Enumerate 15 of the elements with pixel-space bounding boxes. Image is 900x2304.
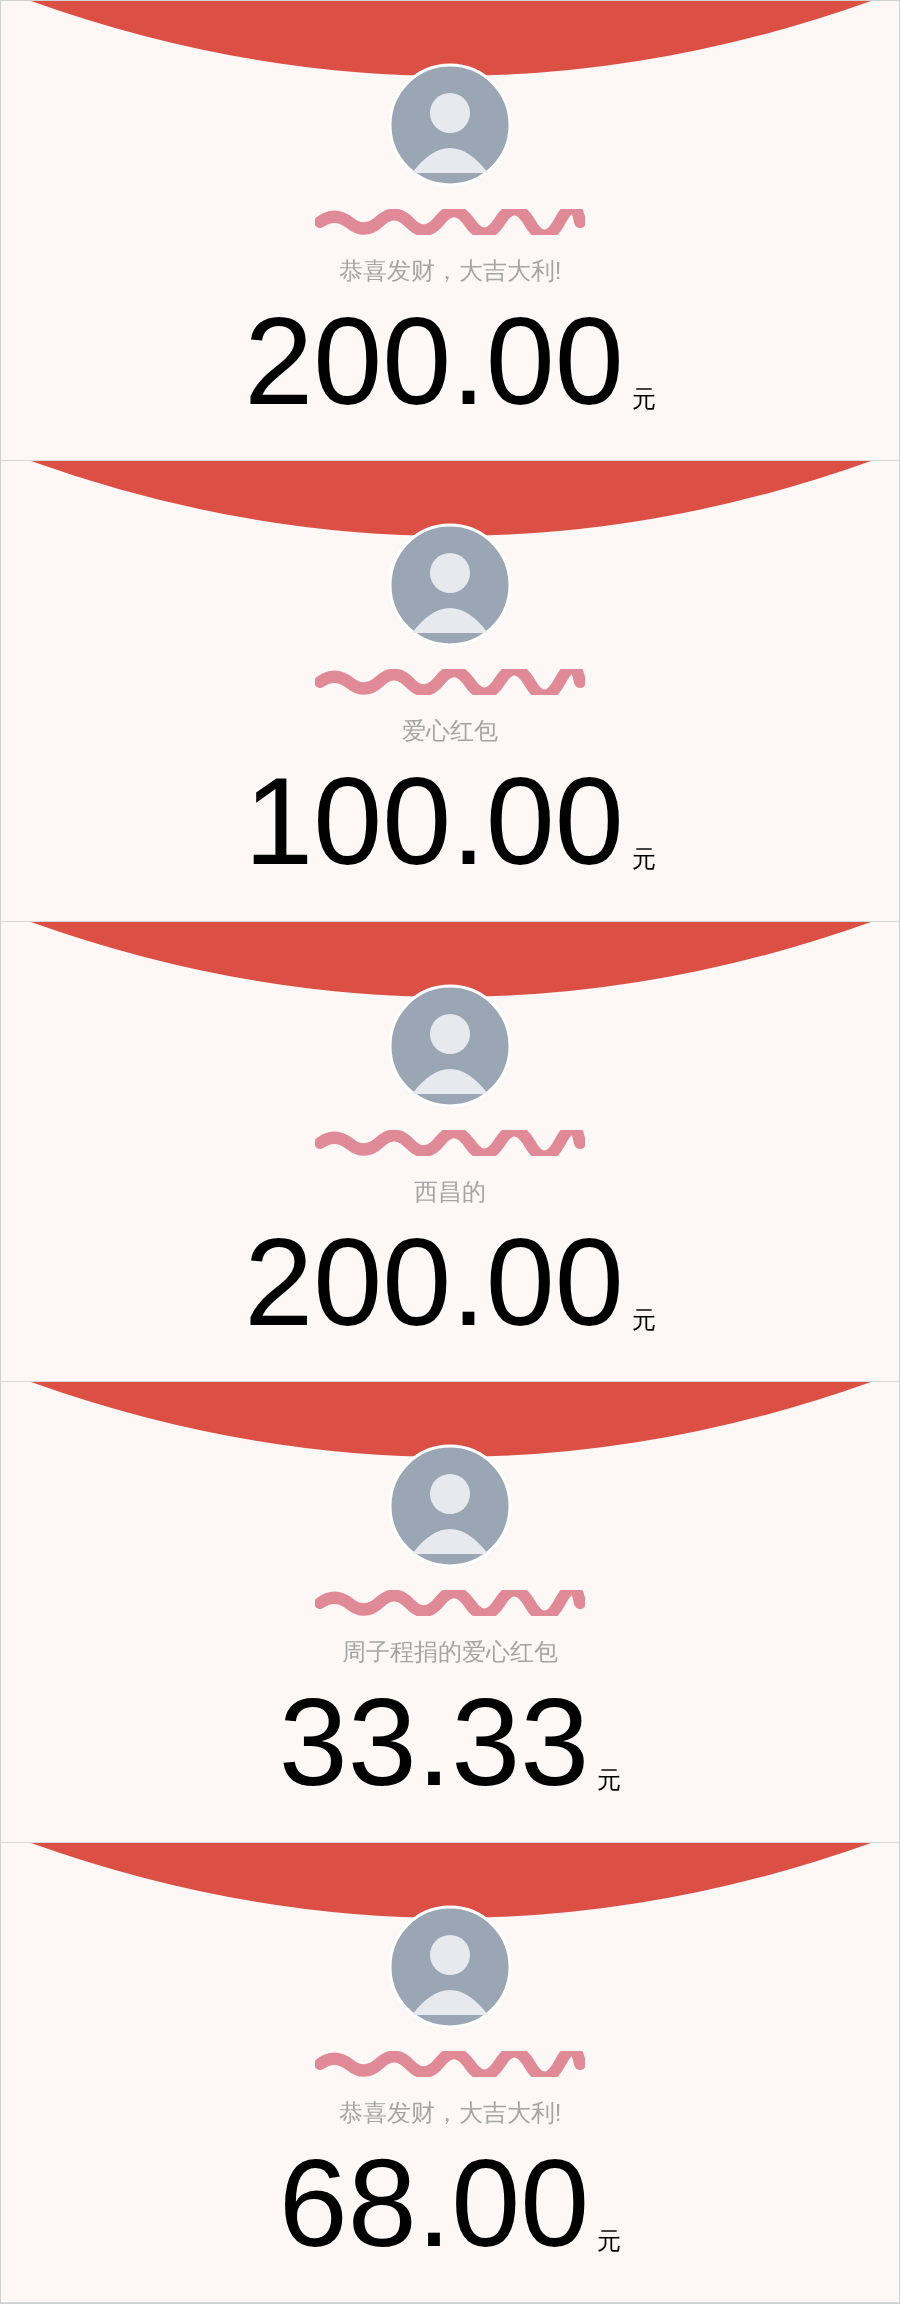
amount: 68.00 — [278, 2140, 590, 2265]
blessing-text: 周子程捐的爱心红包 — [342, 1637, 558, 1668]
currency-unit: 元 — [631, 844, 656, 875]
currency-unit: 元 — [597, 2225, 622, 2256]
currency-unit: 元 — [631, 384, 656, 414]
blessing-text: 爱心红包 — [402, 716, 498, 747]
currency-unit: 元 — [631, 1304, 656, 1335]
amount: 33.33 — [278, 1680, 590, 1805]
currency-unit: 元 — [597, 1765, 622, 1796]
amount: 200.00 — [244, 299, 624, 423]
blessing-text: 西昌的 — [414, 1176, 486, 1207]
blessing-text: 恭喜发财，大吉大利! — [338, 2097, 562, 2128]
blessing-text: 恭喜发财，大吉大利! — [338, 256, 562, 286]
amount: 100.00 — [244, 759, 624, 884]
amount: 200.00 — [244, 1219, 624, 1344]
